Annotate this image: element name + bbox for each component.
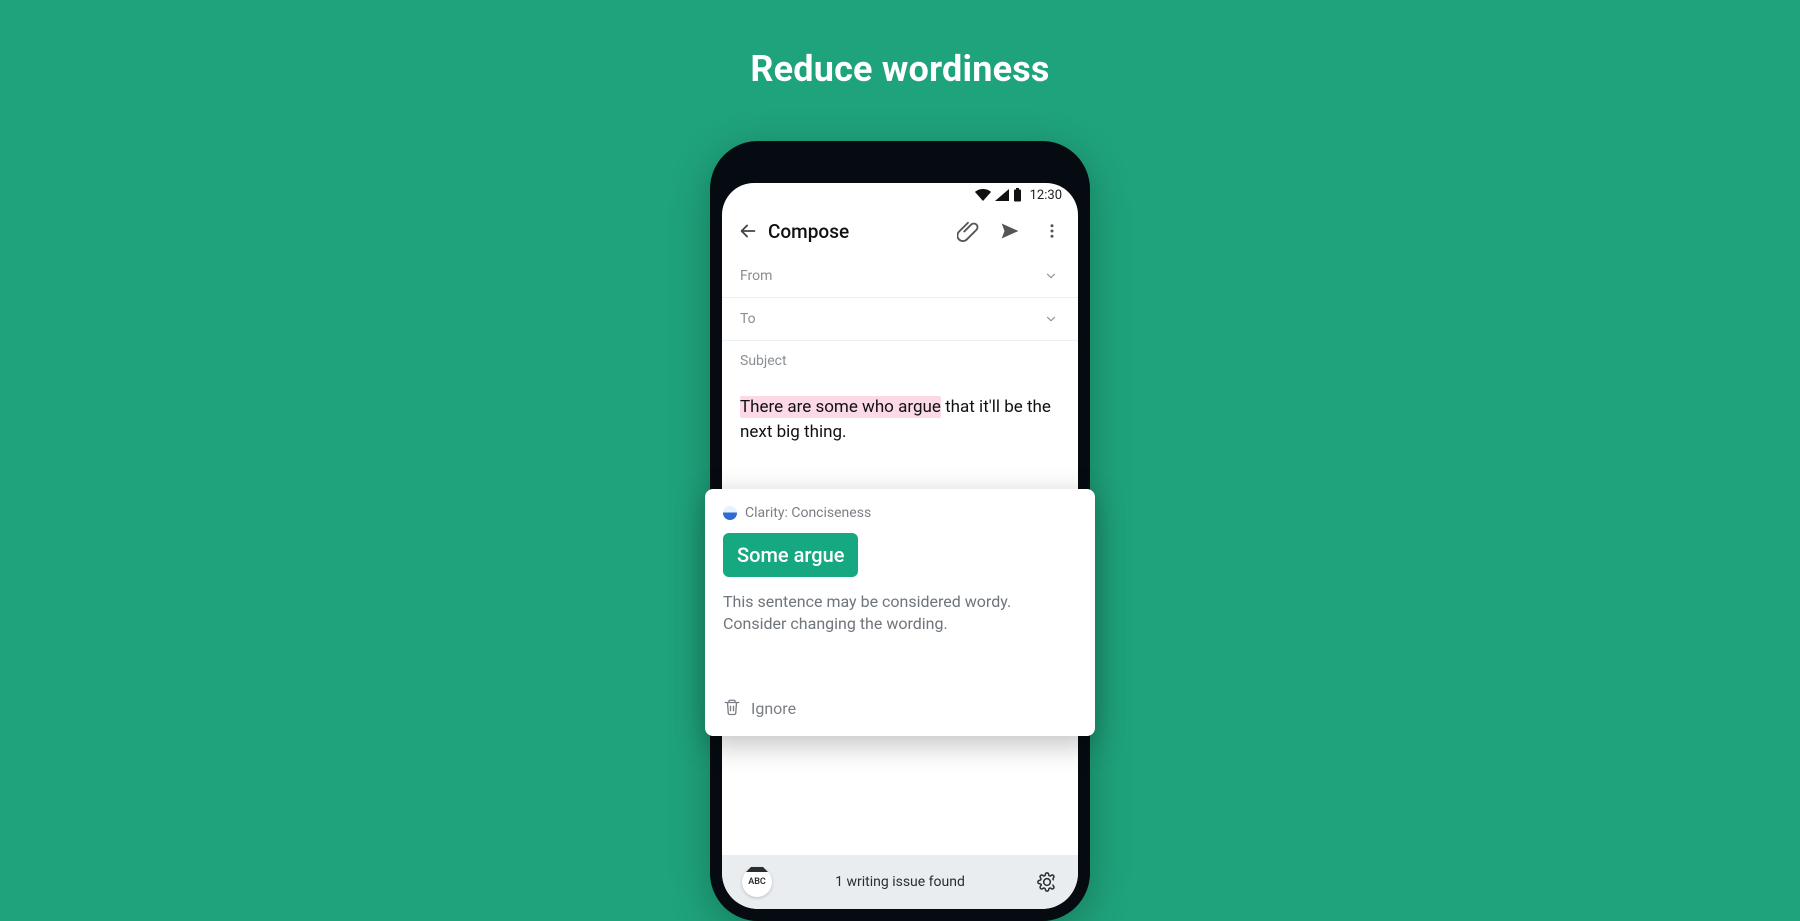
keyboard-settings-button[interactable] — [1036, 871, 1058, 893]
ignore-button[interactable]: Ignore — [705, 684, 1095, 736]
suggestion-category-label: Clarity: Conciseness — [745, 505, 871, 521]
cell-signal-icon — [995, 189, 1009, 201]
suggestion-card: Clarity: Conciseness Some argue This sen… — [705, 489, 1095, 736]
chevron-down-icon — [1042, 267, 1060, 285]
suggestion-explanation-line2: Consider changing the wording. — [723, 613, 1077, 635]
trash-icon — [723, 698, 741, 720]
suggestion-explanation: This sentence may be considered wordy. C… — [723, 591, 1077, 636]
clarity-dot-icon — [723, 506, 737, 520]
switch-keyboard-button[interactable]: ABC — [742, 867, 772, 897]
keyboard-suggestion-bar: ABC 1 writing issue found — [722, 855, 1078, 909]
chevron-down-icon — [1042, 310, 1060, 328]
subject-field[interactable]: Subject — [722, 341, 1078, 381]
wifi-icon — [975, 189, 991, 201]
battery-icon — [1013, 188, 1022, 202]
abc-label: ABC — [748, 877, 766, 887]
send-icon — [999, 220, 1021, 242]
paperclip-icon — [957, 220, 979, 242]
issues-found-label[interactable]: 1 writing issue found — [835, 874, 965, 890]
status-bar: 12:30 — [722, 183, 1078, 207]
ignore-label: Ignore — [751, 699, 796, 718]
send-button[interactable] — [998, 219, 1022, 243]
suggestion-explanation-line1: This sentence may be considered wordy. — [723, 591, 1077, 613]
suggestion-category: Clarity: Conciseness — [723, 505, 1077, 521]
app-bar-title: Compose — [768, 220, 956, 243]
apply-suggestion-button[interactable]: Some argue — [723, 533, 858, 577]
app-bar-actions — [956, 219, 1064, 243]
from-label: From — [740, 268, 772, 284]
page-headline: Reduce wordiness — [0, 48, 1800, 90]
subject-label: Subject — [740, 353, 787, 369]
gear-icon — [1037, 872, 1057, 892]
more-vert-icon — [1043, 222, 1061, 240]
highlighted-text[interactable]: There are some who argue — [740, 396, 941, 418]
compose-app-bar: Compose — [722, 207, 1078, 255]
to-field[interactable]: To — [722, 298, 1078, 341]
email-body[interactable]: There are some who argue that it'll be t… — [722, 381, 1078, 458]
from-field[interactable]: From — [722, 255, 1078, 298]
attach-button[interactable] — [956, 219, 980, 243]
more-button[interactable] — [1040, 219, 1064, 243]
to-label: To — [740, 311, 756, 327]
arrow-left-icon — [737, 220, 759, 242]
status-time: 12:30 — [1030, 188, 1062, 203]
back-button[interactable] — [732, 215, 764, 247]
